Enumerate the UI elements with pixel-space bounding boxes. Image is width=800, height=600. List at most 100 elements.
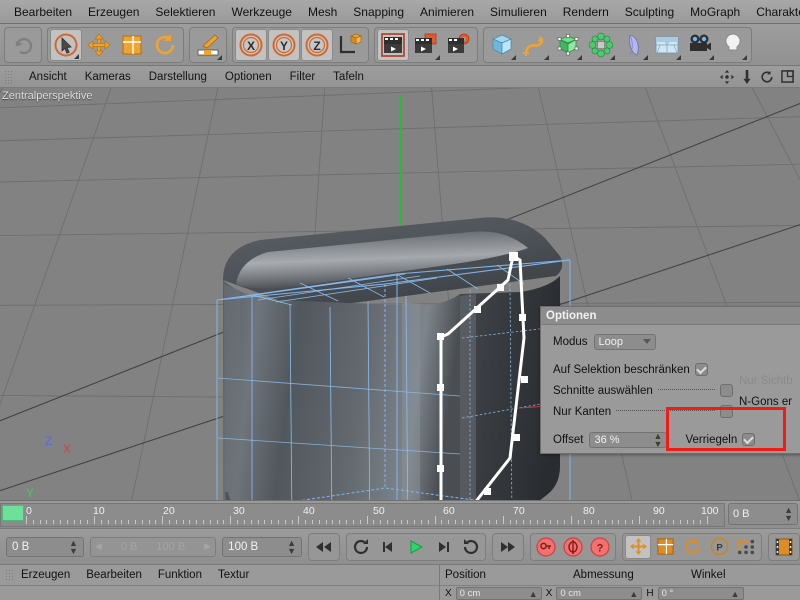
rotate-tool[interactable] xyxy=(149,29,181,61)
offset-spinner-icon[interactable]: ▲ ▼ xyxy=(654,431,663,448)
current-time-spinner-icon[interactable]: ▲ ▼ xyxy=(69,538,78,555)
coord-size-x-spinner-icon[interactable]: ▲ xyxy=(629,589,638,598)
viewport-menu-grip[interactable] xyxy=(4,69,14,84)
viewmenu-item-darstellung[interactable]: Darstellung xyxy=(140,70,216,84)
render-settings-button[interactable] xyxy=(443,29,475,61)
current-frame-marker[interactable] xyxy=(2,505,24,521)
viewmenu-item-filter[interactable]: Filter xyxy=(281,70,325,84)
viewmenu-item-ansicht[interactable]: Ansicht xyxy=(20,70,76,84)
timeline-frame-spinner-icon[interactable]: ▲ ▼ xyxy=(784,506,793,523)
menu-item-animieren[interactable]: Animieren xyxy=(412,3,482,21)
menu-item-rendern[interactable]: Rendern xyxy=(555,3,617,21)
material-menu-bearbeiten[interactable]: Bearbeiten xyxy=(86,569,154,581)
move-tool[interactable] xyxy=(83,29,115,61)
offset-input[interactable]: 36 % ▲ ▼ xyxy=(589,431,668,448)
menu-item-bearbeiten[interactable]: Bearbeiten xyxy=(6,3,80,21)
cube-corner[interactable] xyxy=(511,54,516,60)
play-button[interactable] xyxy=(403,535,429,559)
record-rotation-button[interactable] xyxy=(679,535,705,559)
add-environment-button[interactable] xyxy=(651,29,683,61)
render-view-button[interactable] xyxy=(377,28,409,61)
material-menu-grip[interactable] xyxy=(5,569,15,581)
auf-selektion-checkbox[interactable] xyxy=(694,363,708,376)
menu-item-charakter[interactable]: Charakter xyxy=(748,3,800,21)
material-menu-funktion[interactable]: Funktion xyxy=(158,569,214,581)
record-pla-button[interactable]: P xyxy=(706,535,732,559)
max-time-spinner-icon[interactable]: ▲ ▼ xyxy=(287,538,296,555)
modus-dropdown[interactable]: Loop xyxy=(593,333,656,350)
dolly-view-icon[interactable] xyxy=(741,69,753,84)
keyframe-selection-button[interactable] xyxy=(733,535,759,559)
timeline-frame-field[interactable]: 0 B ▲ ▼ xyxy=(728,503,798,525)
step-back-button[interactable] xyxy=(376,535,402,559)
lock-y-axis[interactable]: Y xyxy=(268,28,300,61)
menu-item-mesh[interactable]: Mesh xyxy=(300,3,345,21)
camera-corner[interactable] xyxy=(709,54,714,60)
maximize-view-icon[interactable] xyxy=(781,70,794,83)
record-position-button[interactable] xyxy=(625,534,651,559)
menu-item-erzeugen[interactable]: Erzeugen xyxy=(80,3,147,21)
menu-item-snapping[interactable]: Snapping xyxy=(345,3,412,21)
current-time-field[interactable]: 0 B ▲ ▼ xyxy=(6,536,84,557)
add-deformer-button[interactable] xyxy=(618,29,650,61)
coord-angle-h-spinner-icon[interactable]: ▲ xyxy=(731,589,740,598)
material-menu-textur[interactable]: Textur xyxy=(218,569,258,581)
keyframe-help-button[interactable]: ? xyxy=(587,535,613,559)
environment-corner[interactable] xyxy=(676,54,681,60)
menu-item-sculpting[interactable]: Sculpting xyxy=(617,3,682,21)
play-backwards-button[interactable] xyxy=(349,535,375,559)
render-region-corner[interactable] xyxy=(435,54,440,60)
menu-item-werkzeuge[interactable]: Werkzeuge xyxy=(223,3,299,21)
coord-size-x-field[interactable]: 0 cm ▲ xyxy=(556,587,643,600)
loop-button[interactable] xyxy=(457,535,483,559)
menu-item-simulieren[interactable]: Simulieren xyxy=(482,3,555,21)
add-generator-button[interactable] xyxy=(552,29,584,61)
menu-item-mograph[interactable]: MoGraph xyxy=(682,3,748,21)
render-region-button[interactable] xyxy=(410,29,442,61)
lock-z-axis[interactable]: Z xyxy=(301,28,333,61)
material-menu-erzeugen[interactable]: Erzeugen xyxy=(21,569,82,581)
paint-expand-corner[interactable] xyxy=(217,54,222,60)
verriegeln-checkbox[interactable] xyxy=(742,433,756,446)
viewmenu-item-optionen[interactable]: Optionen xyxy=(216,70,281,84)
timeline-track[interactable]: 0 10 20 30 40 50 60 70 80 90 100 xyxy=(0,503,725,527)
record-scale-button[interactable] xyxy=(652,535,678,559)
add-camera-button[interactable] xyxy=(684,29,716,61)
step-forward-button[interactable] xyxy=(430,535,456,559)
go-to-end-button[interactable] xyxy=(495,535,521,559)
viewmenu-item-kameras[interactable]: Kameras xyxy=(76,70,140,84)
autokey-button[interactable] xyxy=(560,535,586,559)
generator-corner[interactable] xyxy=(577,54,582,60)
rotate-view-icon[interactable] xyxy=(760,70,774,84)
add-array-button[interactable] xyxy=(585,29,617,61)
preview-range-field[interactable]: ◀ 0 B 100 B ▶ xyxy=(89,536,217,557)
world-object-coords[interactable] xyxy=(334,29,366,61)
add-light-button[interactable] xyxy=(717,29,749,61)
max-time-field[interactable]: 100 B ▲ ▼ xyxy=(222,536,302,557)
go-to-start-button[interactable] xyxy=(311,535,337,559)
coord-position-x-spinner-icon[interactable]: ▲ xyxy=(529,589,538,598)
nur-kanten-checkbox[interactable] xyxy=(720,405,733,418)
spline-corner[interactable] xyxy=(544,54,549,60)
schnitte-checkbox[interactable] xyxy=(720,384,733,397)
menu-item-selektieren[interactable]: Selektieren xyxy=(147,3,223,21)
timeline-button[interactable] xyxy=(771,535,797,559)
scale-tool[interactable] xyxy=(116,29,148,61)
pan-view-icon[interactable] xyxy=(720,69,734,84)
options-dialog[interactable]: Optionen Modus Loop Auf Selektion beschr… xyxy=(540,306,800,454)
deformer-corner[interactable] xyxy=(643,54,648,60)
coord-angle-h-field[interactable]: 0 ° ▲ xyxy=(657,587,744,600)
live-selection-tool[interactable] xyxy=(50,28,82,61)
viewmenu-item-tafeln[interactable]: Tafeln xyxy=(324,70,373,84)
timeline-ruler[interactable]: 0 10 20 30 40 50 60 70 80 90 100 0 B ▲ ▼ xyxy=(0,500,800,528)
coord-position-x-field[interactable]: 0 cm ▲ xyxy=(455,587,542,600)
add-spline-button[interactable] xyxy=(519,29,551,61)
record-keyframe-button[interactable] xyxy=(533,535,559,559)
lock-x-axis[interactable]: X xyxy=(235,28,267,61)
light-corner[interactable] xyxy=(742,54,747,60)
undo-button[interactable] xyxy=(7,29,39,61)
tool-expand-corner[interactable] xyxy=(74,53,79,59)
paint-tool[interactable] xyxy=(192,29,224,61)
add-cube-button[interactable] xyxy=(486,29,518,61)
array-corner[interactable] xyxy=(610,54,615,60)
